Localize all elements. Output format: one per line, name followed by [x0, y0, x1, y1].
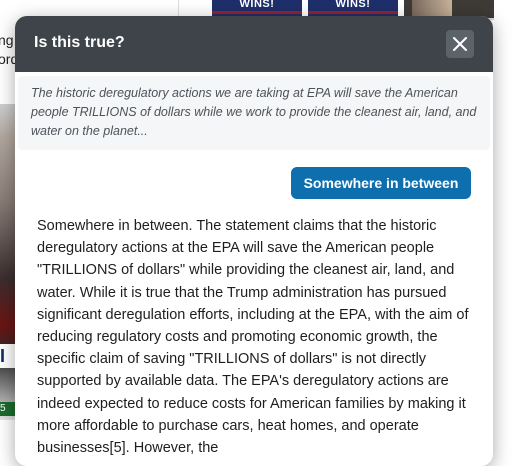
- modal-title: Is this true?: [34, 34, 125, 51]
- modal-header: Is this true?: [15, 16, 493, 72]
- quoted-claim-text: The historic deregulatory actions we are…: [31, 86, 477, 138]
- thumbnail-caption: WINS!: [335, 0, 371, 10]
- thumbnail-stripe: [212, 11, 302, 14]
- video-chyron: I D: [0, 344, 16, 368]
- fact-check-modal: Is this true? The historic deregulatory …: [15, 16, 493, 466]
- close-button[interactable]: [446, 30, 474, 58]
- video-badge: 5: [0, 402, 16, 416]
- verdict-button[interactable]: Somewhere in between: [291, 167, 471, 199]
- quoted-claim-box: The historic deregulatory actions we are…: [18, 76, 490, 150]
- thumbnail-caption: WINS!: [239, 0, 275, 10]
- fact-check-explanation: Somewhere in between. The statement clai…: [37, 218, 469, 457]
- background-text-fragment: ng: [0, 32, 14, 48]
- thumbnail-stripe: [308, 11, 398, 14]
- background-video-still[interactable]: [0, 104, 16, 420]
- close-icon: [453, 37, 467, 51]
